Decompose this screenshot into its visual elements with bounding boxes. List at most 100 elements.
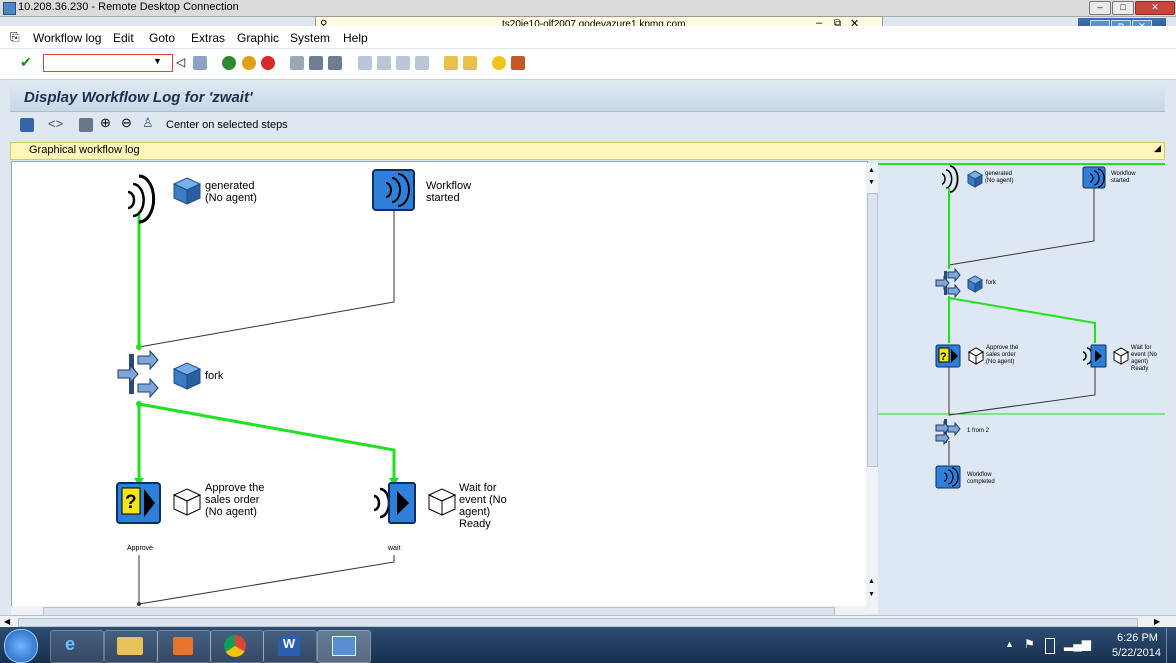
clock-date[interactable]: 5/22/2014 [1112,647,1161,659]
taskbar-chrome[interactable] [210,630,264,663]
refresh-icon[interactable] [20,118,34,132]
action-center-flag-icon[interactable]: ⚑ [1024,637,1035,651]
cube-icon [172,177,202,205]
ov-fork-label: fork [986,280,997,286]
workflow-change-icon[interactable]: <> [48,116,63,131]
minimize-button[interactable]: – [1089,1,1111,15]
scroll-right-icon[interactable]: ▶ [1154,617,1160,626]
zoom-out-icon[interactable]: ⊖ [121,115,132,131]
node-generated-label: generated (No agent) [205,180,257,204]
clock-time[interactable]: 6:26 PM [1117,632,1158,644]
menu-system[interactable]: System [290,31,330,45]
window-h-thumb[interactable] [18,618,1138,627]
tray-expand-icon[interactable]: ▲ [1005,639,1014,649]
scroll-up-icon[interactable]: ▲ [868,167,875,174]
zoom-in-icon[interactable]: ⊕ [100,115,111,131]
ov-line-fork-to-wait [948,297,1096,343]
node-wait-label: Wait for event (No agent) Ready [459,482,507,530]
exit-icon[interactable] [242,56,256,70]
first-page-icon[interactable] [358,56,372,70]
scroll-up-icon[interactable]: ▼ [868,179,875,186]
ov-approve-label: Approve the sales order (No agent) [986,345,1019,365]
ov-wait-icon [1082,344,1107,368]
next-page-icon[interactable] [396,56,410,70]
ov-completed-label: Workflow completed [967,472,995,485]
layout-menu-icon[interactable] [511,56,525,70]
start-button[interactable] [4,629,38,663]
menu-extras[interactable]: Extras [191,31,225,45]
fork-icon [117,349,159,399]
node-approve-label: Approve the sales order (No agent) [205,482,265,518]
cube-outline-icon [427,488,457,516]
overview-pane[interactable]: ? generated (No agent) Workflow started … [878,163,1165,614]
taskbar-ie[interactable]: e [50,630,104,663]
graphical-log-tab[interactable]: Graphical workflow log ◢ [10,142,1165,160]
page-title: Display Workflow Log for 'zwait' [24,89,253,106]
ov-cube-icon [966,170,984,188]
scroll-left-icon[interactable]: ◀ [4,617,10,626]
menu-workflow-log[interactable]: Workflow log [33,31,101,45]
scroll-down-icon[interactable]: ▼ [868,591,875,598]
back-triangle-icon[interactable]: ◁ [176,55,185,69]
ov-workflow-start-icon [1082,166,1106,189]
ov-cube-outline-icon [1112,347,1130,365]
chrome-icon [224,635,246,657]
scroll-thumb[interactable] [867,193,878,467]
list-icon[interactable] [79,118,93,132]
rdp-title-bar: 10.208.36.230 - Remote Desktop Connectio… [0,0,1176,17]
scroll-down-icon[interactable]: ▲ [868,578,875,585]
center-on-selected-steps-button[interactable]: Center on selected steps [166,119,288,131]
shortcut-icon[interactable] [463,56,477,70]
menu-goto[interactable]: Goto [149,31,175,45]
taskbar-media[interactable] [157,630,211,663]
rdp-app-icon [3,2,16,15]
save-icon[interactable] [193,56,207,70]
taskbar-rdp[interactable] [317,630,371,663]
enter-check-icon[interactable]: ✔ [20,54,32,71]
show-desktop-button[interactable] [1166,628,1176,663]
ov-workflow-complete-icon [935,465,961,489]
menu-edit[interactable]: Edit [113,31,134,45]
step-approve-tag: Approve [127,545,154,552]
new-session-icon[interactable] [444,56,458,70]
workflow-graph[interactable]: ? generated (No agent) Workflow started … [11,161,868,608]
taskbar-word[interactable]: W [263,630,317,663]
menu-graphic[interactable]: Graphic [237,31,279,45]
back-icon[interactable] [222,56,236,70]
ov-join-label: 1 from 2 [967,428,990,434]
close-button[interactable]: ✕ [1135,1,1175,15]
previous-page-icon[interactable] [377,56,391,70]
tab-label: Graphical workflow log [29,144,140,156]
junction-dot [136,344,142,350]
center-person-icon[interactable]: ♙ [142,115,154,131]
line-started-to-fork [138,210,395,348]
ov-cube-outline-icon [967,347,985,365]
cube-outline-icon [172,488,202,516]
approve-decision-icon: ? [116,482,161,524]
print-icon[interactable] [290,56,304,70]
taskbar-explorer[interactable] [104,630,158,663]
step-wait-tag: wait [388,545,401,552]
battery-icon[interactable] [1045,638,1055,654]
junction-dot [136,401,142,407]
wait-event-icon [373,482,416,524]
command-dropdown-icon[interactable]: ▼ [153,56,162,66]
svg-text:?: ? [125,492,137,513]
ov-generated-label: generated (No agent) [985,171,1014,184]
maximize-button[interactable]: □ [1112,1,1134,15]
menubar [0,26,1176,48]
help-icon[interactable] [492,56,506,70]
find-next-icon[interactable] [328,56,342,70]
word-icon: W [278,636,300,656]
menu-exit-icon[interactable]: ⎘ [10,30,20,45]
svg-text:?: ? [940,351,947,363]
ov-line-to-join [948,367,1096,416]
last-page-icon[interactable] [415,56,429,70]
rdp-window-title: 10.208.36.230 - Remote Desktop Connectio… [18,1,239,13]
ov-fork-icon [935,267,961,299]
menu-help[interactable]: Help [343,31,368,45]
cancel-icon[interactable] [261,56,275,70]
volume-icon[interactable]: 🔈︎ [1087,636,1095,652]
graph-vertical-scrollbar[interactable]: ▲ ▼ ▲ ▼ [866,163,878,614]
find-icon[interactable] [309,56,323,70]
